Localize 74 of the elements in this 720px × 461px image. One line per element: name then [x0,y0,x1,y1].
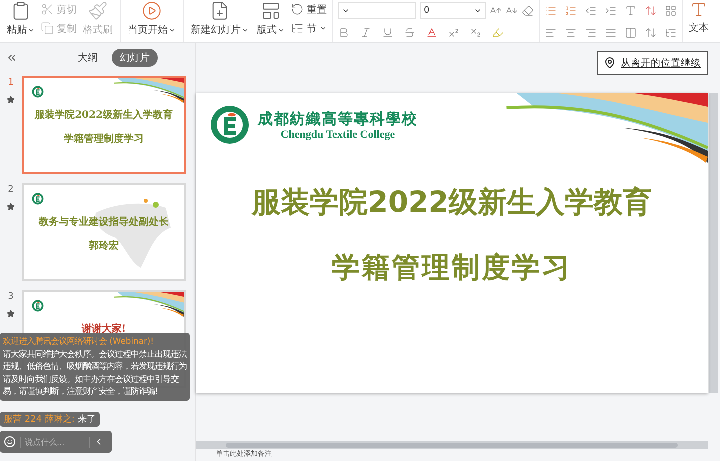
logo-icon [210,105,250,145]
ribbon-button[interactable]: 粘贴 [5,1,37,37]
thumbnail-title: 教务与专业建设指导处副处长 [39,216,169,229]
slide-thumbnail[interactable]: 服装学院2022级新生入学教育 学籍管理制度学习 [22,76,186,174]
columns-icon[interactable] [625,26,637,38]
strikethrough-icon[interactable] [404,26,416,38]
align-left-icon[interactable] [545,26,557,38]
font-name-field[interactable] [338,2,416,19]
school-name-english: Chengdu Textile College [280,128,396,140]
line-spacing-icon[interactable] [645,4,657,16]
caret-icon [320,25,327,32]
ribbon-button[interactable]: 新建幻灯片 [189,1,251,37]
horizontal-scrollbar[interactable] [196,441,708,449]
justify-icon[interactable] [605,26,617,38]
slide-subtitle: 学籍管理制度学习 [332,250,572,286]
resume-button[interactable]: 从离开的位置继续 [597,51,708,75]
align-right-icon[interactable] [585,26,597,38]
numbered-list-icon[interactable] [565,4,577,16]
location-pin-icon [604,57,616,69]
message-text: 来了 [78,414,96,426]
font-color-icon[interactable] [426,26,438,38]
outdent-icon[interactable] [585,4,597,16]
vertical-scrollbar[interactable] [709,93,718,393]
play-icon [142,1,162,21]
star-icon [7,96,15,104]
ribbon-button[interactable]: 重置 [291,1,327,18]
new-slide-icon [210,1,230,21]
text-box-icon [690,1,708,19]
school-name: 成都紡織高等專科學校 [258,110,418,128]
slide-thumbnail[interactable]: 教务与专业建设指导处副处长 郭玲宏 [22,183,186,281]
clipboard-icon [11,1,31,21]
logo-icon [32,86,44,98]
subscript-icon[interactable] [470,26,482,38]
bold-icon[interactable] [338,26,350,38]
eraser-icon[interactable] [522,4,534,16]
section-icon [291,22,304,35]
caret-icon [28,26,35,34]
thumbnail-title: 服装学院2022级新生入学教育 [35,108,173,122]
message-sender: 服营 224 薛琳之: [4,414,75,426]
view-tab[interactable]: 大纲 [70,49,106,67]
copy-icon [41,22,54,35]
layout-icon [261,1,281,21]
brush-icon [88,1,108,21]
ribbon-button[interactable]: 节 [291,20,327,37]
indent-icon[interactable] [605,4,617,16]
star-icon [7,203,15,211]
underline-icon[interactable] [382,26,394,38]
ribbon-button[interactable]: 版式 [255,1,287,37]
collapse-icon[interactable] [6,52,18,64]
star-icon [7,310,15,318]
align-center-icon[interactable] [565,26,577,38]
caret-icon [169,26,176,34]
scissors-icon [41,3,54,16]
text-box-button[interactable]: 文本 [687,1,711,35]
italic-icon[interactable] [360,26,372,38]
ribbon-button[interactable]: 当页开始 [126,1,178,37]
slide-title: 服装学院2022级新生入学教育 [252,184,652,221]
thumbnail-title: 谢谢大家! [82,322,126,336]
view-tab[interactable]: 幻灯片 [112,49,158,67]
highlighter-icon[interactable] [492,26,504,38]
slide-number: 1 [8,78,14,88]
superscript-icon[interactable] [448,26,460,38]
logo-icon [32,193,44,205]
caret-icon [242,26,249,34]
emoji-icon[interactable] [4,436,16,448]
slide-number: 3 [8,292,14,302]
slide-number: 2 [8,185,14,195]
reset-icon [291,3,304,16]
thumbnail-subtitle: 学籍管理制度学习 [64,132,144,146]
thumbnail-subtitle: 郭玲宏 [89,239,119,253]
font-size-field[interactable]: 0 [420,2,486,19]
logo-icon [32,300,44,312]
caret-icon [278,26,285,34]
spacing-icon[interactable] [645,26,657,38]
